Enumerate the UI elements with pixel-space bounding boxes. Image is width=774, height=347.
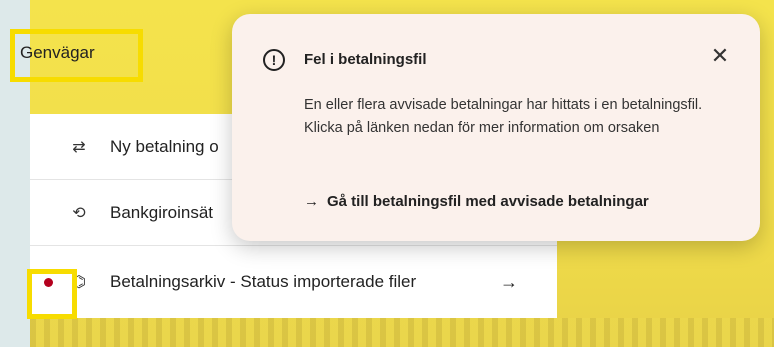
payment-file-error-popup: ! Fel i betalningsfil ✕ En eller flera a… (232, 14, 760, 241)
shortcut-label: Ny betalning o (110, 136, 219, 156)
close-icon[interactable]: ✕ (708, 44, 732, 68)
go-to-payment-file-link[interactable]: → Gå till betalningsfil med avvisade beta… (304, 193, 649, 210)
refresh-swirl-icon: ⟲ (72, 204, 86, 222)
popup-title: Fel i betalningsfil (304, 51, 427, 68)
arrow-right-icon: → (500, 271, 518, 292)
transfer-arrows-icon: ⇄ (72, 138, 86, 156)
shortcut-label: Bankgiroinsät (110, 202, 214, 222)
warning-circle-icon: ! (263, 49, 285, 71)
highlight-box-alert-dot (27, 269, 77, 319)
arrow-right-icon: → (304, 193, 319, 210)
shortcut-payment-archive[interactable]: ⌬ Betalningsarkiv - Status importerade f… (30, 246, 557, 318)
popup-body-text: En eller flera avvisade betalningar har … (304, 97, 703, 136)
link-label: Gå till betalningsfil med avvisade betal… (327, 193, 649, 210)
shortcut-label: Betalningsarkiv - Status importerade fil… (110, 272, 417, 291)
highlight-box-title (10, 29, 143, 82)
hero-background-texture (30, 318, 774, 347)
